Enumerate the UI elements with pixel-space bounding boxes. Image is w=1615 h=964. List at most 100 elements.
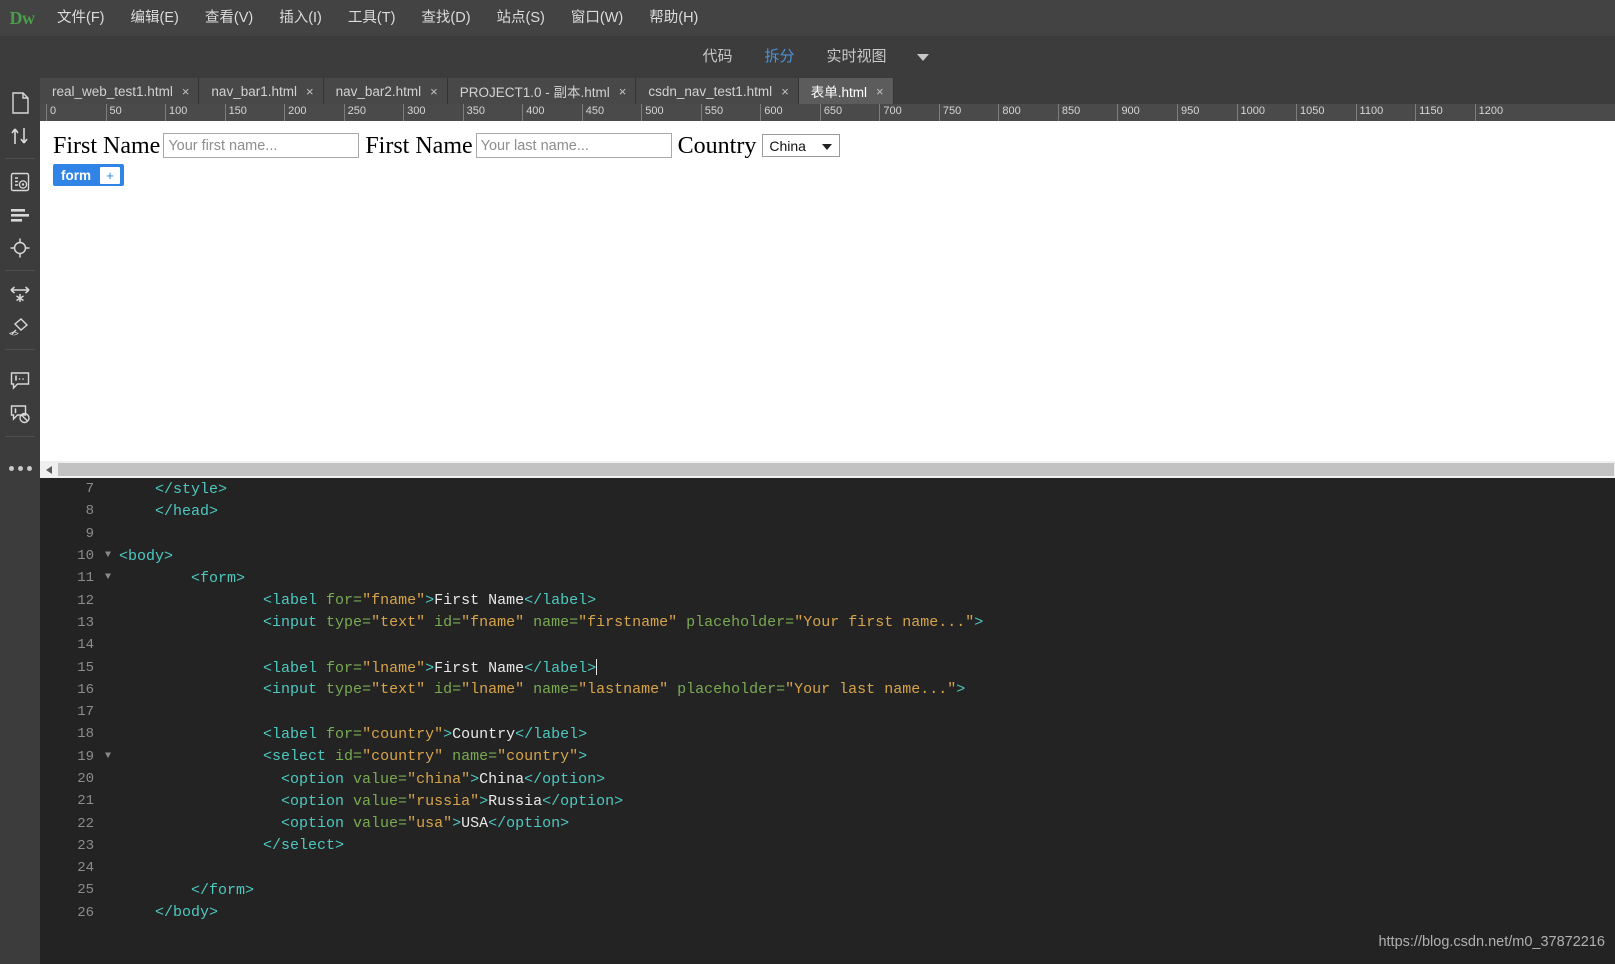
ruler-tick-label: 300 [407,105,426,117]
close-icon[interactable]: × [619,85,627,98]
form-tag-badge[interactable]: form + [53,164,124,186]
ruler-tick-label: 50 [109,105,122,117]
ruler-tick: 150 [224,104,247,121]
code-line[interactable]: 16 <input type="text" id="lname" name="l… [40,679,1615,701]
code-text: <option value="russia">Russia</option> [119,793,623,810]
file-icon[interactable] [0,86,40,119]
ruler-tick-label: 0 [50,105,57,117]
document-tab[interactable]: PROJECT1.0 - 副本.html × [447,78,637,104]
ruler-tick-label: 1050 [1300,105,1325,117]
ruler-tick: 750 [938,104,961,121]
menu-item-6[interactable]: 站点(S) [484,0,558,36]
file-transfer-icon[interactable] [0,119,40,152]
view-mode-live[interactable]: 实时视图 [811,36,903,78]
menu-item-4[interactable]: 工具(T) [335,0,409,36]
code-view-pane[interactable]: 7 </style> 8 </head> 9 10 ▼ <body> 11 ▼ <form> 1… [40,478,1615,964]
line-number: 17 [77,704,94,721]
line-number: 14 [77,637,94,654]
view-mode-code[interactable]: 代码 [686,36,748,78]
code-token-attr: for= [326,659,363,677]
target-crosshair-icon[interactable] [0,231,40,264]
menu-item-2[interactable]: 查看(V) [192,0,266,36]
code-line[interactable]: 8 </head> [40,500,1615,522]
menu-item-3[interactable]: 插入(I) [266,0,335,36]
code-text: <form> [119,570,245,587]
country-select[interactable]: China [762,134,841,157]
document-tab-label: PROJECT1.0 - 副本.html [459,85,610,100]
menu-item-7[interactable]: 窗口(W) [558,0,636,36]
menu-item-5[interactable]: 查找(D) [408,0,483,36]
code-line[interactable]: 9 [40,523,1615,545]
code-line[interactable]: 20 <option value="china">China</option> [40,768,1615,790]
code-line[interactable]: 18 <label for="country">Country</label> [40,723,1615,745]
code-token-val: "lname" [461,681,525,699]
rail-divider [5,158,35,159]
code-token-attr: value= [353,815,408,833]
ruler-tick-label: 1150 [1419,105,1443,117]
code-inspect-icon[interactable]: <> [0,310,40,343]
close-icon[interactable]: × [306,85,314,98]
code-line[interactable]: 21 <option value="russia">Russia</option… [40,790,1615,812]
code-line[interactable]: 17 [40,701,1615,723]
view-mode-split[interactable]: 拆分 [748,36,810,78]
scroll-left-icon[interactable] [40,461,57,478]
code-line[interactable]: 7 </style> [40,478,1615,500]
code-line[interactable]: 24 [40,857,1615,879]
code-line[interactable]: 15 <label for="lname">First Name</label> [40,656,1615,678]
close-icon[interactable]: × [182,85,190,98]
first-name-input[interactable] [163,133,360,158]
code-line[interactable]: 25 </form> [40,879,1615,901]
code-line[interactable]: 14 [40,634,1615,656]
more-options-icon[interactable] [0,451,40,485]
menu-item-8[interactable]: 帮助(H) [636,0,711,36]
form-tag-add-button[interactable]: + [100,166,120,184]
chevron-down-icon[interactable] [916,53,929,61]
code-line[interactable]: 11 ▼ <form> [40,567,1615,589]
dom-inspect-icon[interactable] [0,165,40,198]
fold-toggle-icon[interactable]: ▼ [97,573,119,583]
comment-disabled-icon[interactable] [0,397,40,430]
menu-item-1[interactable]: 编辑(E) [118,0,192,36]
ruler-tick: 600 [760,104,783,121]
css-designer-icon[interactable] [0,198,40,231]
resize-width-icon[interactable] [0,277,40,310]
document-tab[interactable]: nav_bar1.html × [199,78,324,104]
code-token-attr: placeholder= [668,681,786,699]
document-tab[interactable]: csdn_nav_test1.html × [636,78,799,104]
close-icon[interactable]: × [781,85,789,98]
line-number: 19 [77,748,94,765]
menu-items: 文件(F) 编辑(E) 查看(V) 插入(I) 工具(T) 查找(D) 站点(S) 窗口(W)… [44,0,711,36]
code-line[interactable]: 10 ▼ <body> [40,545,1615,567]
code-line[interactable]: 13 <input type="text" id="fname" name="f… [40,612,1615,634]
design-horizontal-scrollbar[interactable] [40,461,1615,478]
code-line[interactable]: 19 ▼ <select id="country" name="country"> [40,746,1615,768]
code-token-val: "russia" [407,792,480,810]
last-name-input[interactable] [475,133,672,158]
document-tab[interactable]: nav_bar2.html × [323,78,448,104]
code-token-attr: type= [326,681,372,699]
comment-icon[interactable] [0,364,40,397]
line-number: 20 [77,771,94,787]
code-token-tag: </form> [191,881,255,899]
code-token-val: "country" [497,748,579,766]
code-token-attr: placeholder= [677,614,795,632]
close-icon[interactable]: × [876,85,884,98]
document-tab[interactable]: real_web_test1.html × [40,78,200,104]
fold-toggle-icon[interactable]: ▼ [97,551,119,561]
line-number: 24 [77,860,94,877]
code-token-val: "country" [362,725,444,743]
close-icon[interactable]: × [430,85,438,98]
dreamweaver-window: Dw 文件(F) 编辑(E) 查看(V) 插入(I) 工具(T) 查找(D) 站点(S) 窗口… [0,0,1615,964]
code-line[interactable]: 26 </body> [40,902,1615,924]
document-tab-label: nav_bar1.html [211,83,297,99]
code-line[interactable]: 22 <option value="usa">USA</option> [40,812,1615,834]
code-line[interactable]: 23 </select> [40,835,1615,857]
ruler-tick: 900 [1117,104,1140,121]
document-tab-active[interactable]: 表单.html × [798,78,894,104]
code-line[interactable]: 12 <label for="fname">First Name</label> [40,589,1615,611]
ruler-tick: 100 [165,104,187,121]
fold-toggle-icon[interactable]: ▼ [97,751,119,762]
scrollbar-thumb[interactable] [58,463,1614,476]
ruler-tick-label: 750 [942,105,962,117]
menu-item-0[interactable]: 文件(F) [44,0,118,36]
